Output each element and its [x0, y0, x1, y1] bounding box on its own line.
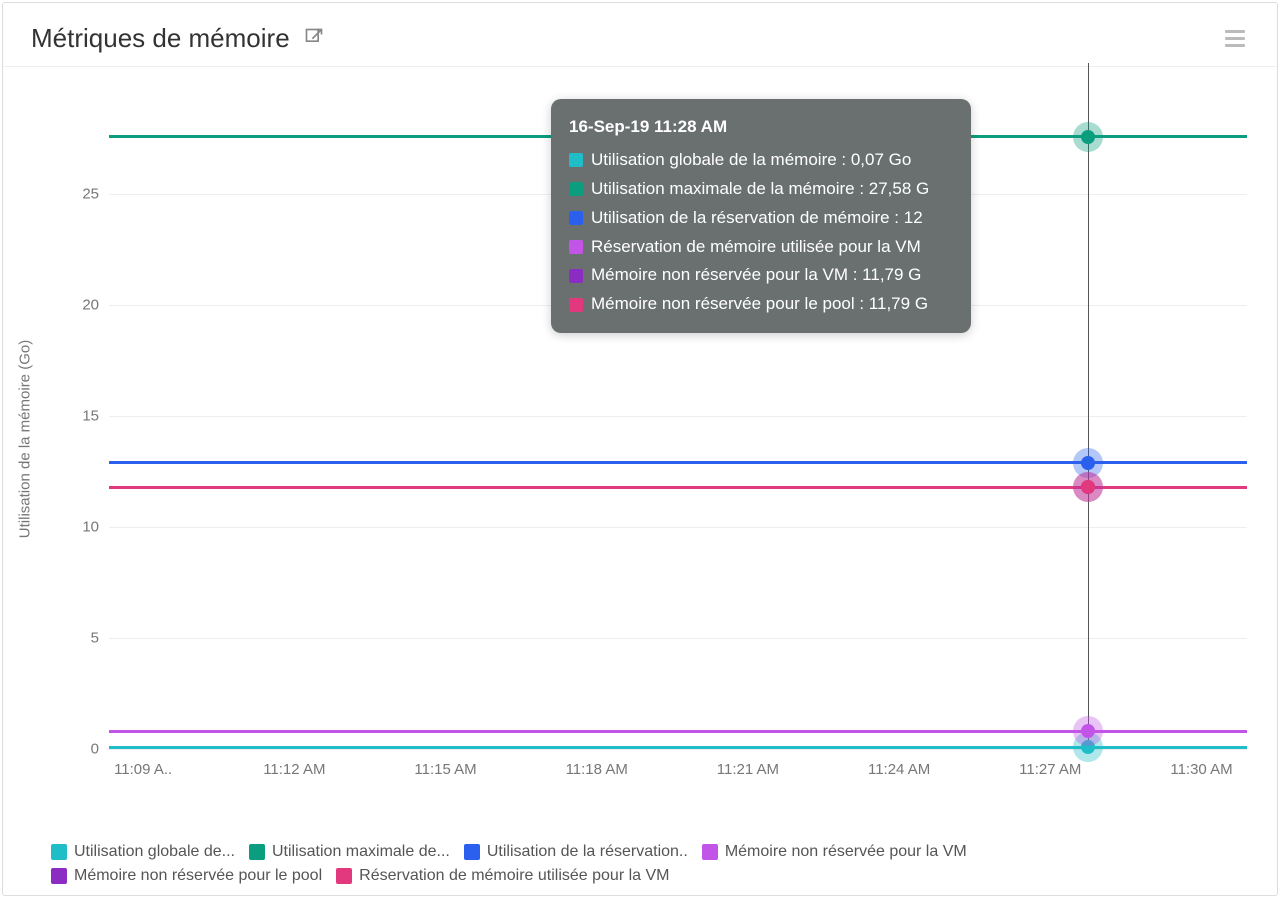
tooltip-swatch: [569, 153, 583, 167]
x-tick-label: 11:12 AM: [263, 761, 325, 778]
title-text: Métriques de mémoire: [31, 23, 290, 54]
legend: Utilisation globale de... Utilisation max…: [51, 843, 1247, 885]
y-axis-label: Utilisation de la mémoire (Go): [17, 340, 34, 538]
tooltip-swatch: [569, 182, 583, 196]
legend-label: Utilisation globale de...: [74, 843, 235, 861]
y-tick-label: 15: [82, 408, 99, 425]
y-tick-label: 10: [82, 519, 99, 536]
legend-label: Utilisation maximale de...: [272, 843, 450, 861]
hamburger-menu-icon[interactable]: [1221, 26, 1249, 51]
tooltip-row: Utilisation de la réservation de mémoire…: [569, 204, 953, 233]
gridline: [109, 638, 1247, 639]
x-tick-label: 11:27 AM: [1019, 761, 1081, 778]
x-tick-label: 11:30 AM: [1170, 761, 1232, 778]
legend-item[interactable]: Mémoire non réservée pour le pool: [51, 867, 322, 885]
legend-swatch: [464, 844, 480, 860]
tooltip-swatch: [569, 211, 583, 225]
tooltip-row: Utilisation globale de la mémoire : 0,07…: [569, 146, 953, 175]
y-tick-label: 5: [91, 630, 99, 647]
legend-swatch: [336, 868, 352, 884]
series-marker-inner: [1081, 130, 1095, 144]
tooltip-text: Utilisation maximale de la mémoire : 27,…: [591, 175, 929, 204]
legend-swatch: [249, 844, 265, 860]
tooltip-row: Mémoire non réservée pour le pool : 11,7…: [569, 290, 953, 319]
gridline: [109, 527, 1247, 528]
tooltip-timestamp: 16-Sep-19 11:28 AM: [569, 113, 953, 142]
series-marker-inner: [1081, 456, 1095, 470]
tooltip-swatch: [569, 240, 583, 254]
y-tick-label: 25: [82, 186, 99, 203]
x-axis-ticks: 11:09 A.. 11:12 AM 11:15 AM 11:18 AM 11:21 A…: [109, 761, 1247, 781]
legend-swatch: [51, 844, 67, 860]
tooltip-row: Mémoire non réservée pour la VM : 11,79 …: [569, 261, 953, 290]
legend-item[interactable]: Utilisation maximale de...: [249, 843, 450, 861]
legend-swatch: [51, 868, 67, 884]
legend-label: Réservation de mémoire utilisée pour la …: [359, 867, 669, 885]
tooltip-swatch: [569, 269, 583, 283]
legend-label: Mémoire non réservée pour le pool: [74, 867, 322, 885]
legend-item[interactable]: Utilisation globale de...: [51, 843, 235, 861]
x-tick-label: 11:15 AM: [414, 761, 476, 778]
panel-title: Métriques de mémoire: [31, 23, 324, 54]
legend-item[interactable]: Utilisation de la réservation..: [464, 843, 688, 861]
expand-icon[interactable]: [304, 23, 324, 54]
y-tick-label: 0: [91, 741, 99, 758]
legend-item[interactable]: Réservation de mémoire utilisée pour la …: [336, 867, 669, 885]
tooltip-text: Mémoire non réservée pour la VM : 11,79 …: [591, 261, 921, 290]
hover-crosshair: [1088, 63, 1089, 749]
panel-header: Métriques de mémoire: [3, 3, 1277, 67]
series-marker-inner: [1081, 480, 1095, 494]
x-tick-label: 11:21 AM: [717, 761, 779, 778]
series-marker-inner: [1081, 724, 1095, 738]
hover-tooltip: 16-Sep-19 11:28 AM Utilisation globale d…: [551, 99, 971, 333]
legend-label: Utilisation de la réservation..: [487, 843, 688, 861]
tooltip-row: Réservation de mémoire utilisée pour la …: [569, 233, 953, 262]
legend-swatch: [702, 844, 718, 860]
gridline: [109, 416, 1247, 417]
chart-panel: Métriques de mémoire Utilisation de la m…: [2, 2, 1278, 896]
tooltip-swatch: [569, 298, 583, 312]
x-tick-label: 11:24 AM: [868, 761, 930, 778]
legend-item[interactable]: Mémoire non réservée pour la VM: [702, 843, 967, 861]
tooltip-text: Utilisation de la réservation de mémoire…: [591, 204, 923, 233]
x-tick-label: 11:18 AM: [566, 761, 628, 778]
tooltip-text: Utilisation globale de la mémoire : 0,07…: [591, 146, 911, 175]
y-tick-label: 20: [82, 297, 99, 314]
legend-label: Mémoire non réservée pour la VM: [725, 843, 967, 861]
tooltip-text: Réservation de mémoire utilisée pour la …: [591, 233, 921, 262]
tooltip-text: Mémoire non réservée pour le pool : 11,7…: [591, 290, 928, 319]
tooltip-row: Utilisation maximale de la mémoire : 27,…: [569, 175, 953, 204]
x-tick-label: 11:09 A..: [114, 761, 172, 778]
